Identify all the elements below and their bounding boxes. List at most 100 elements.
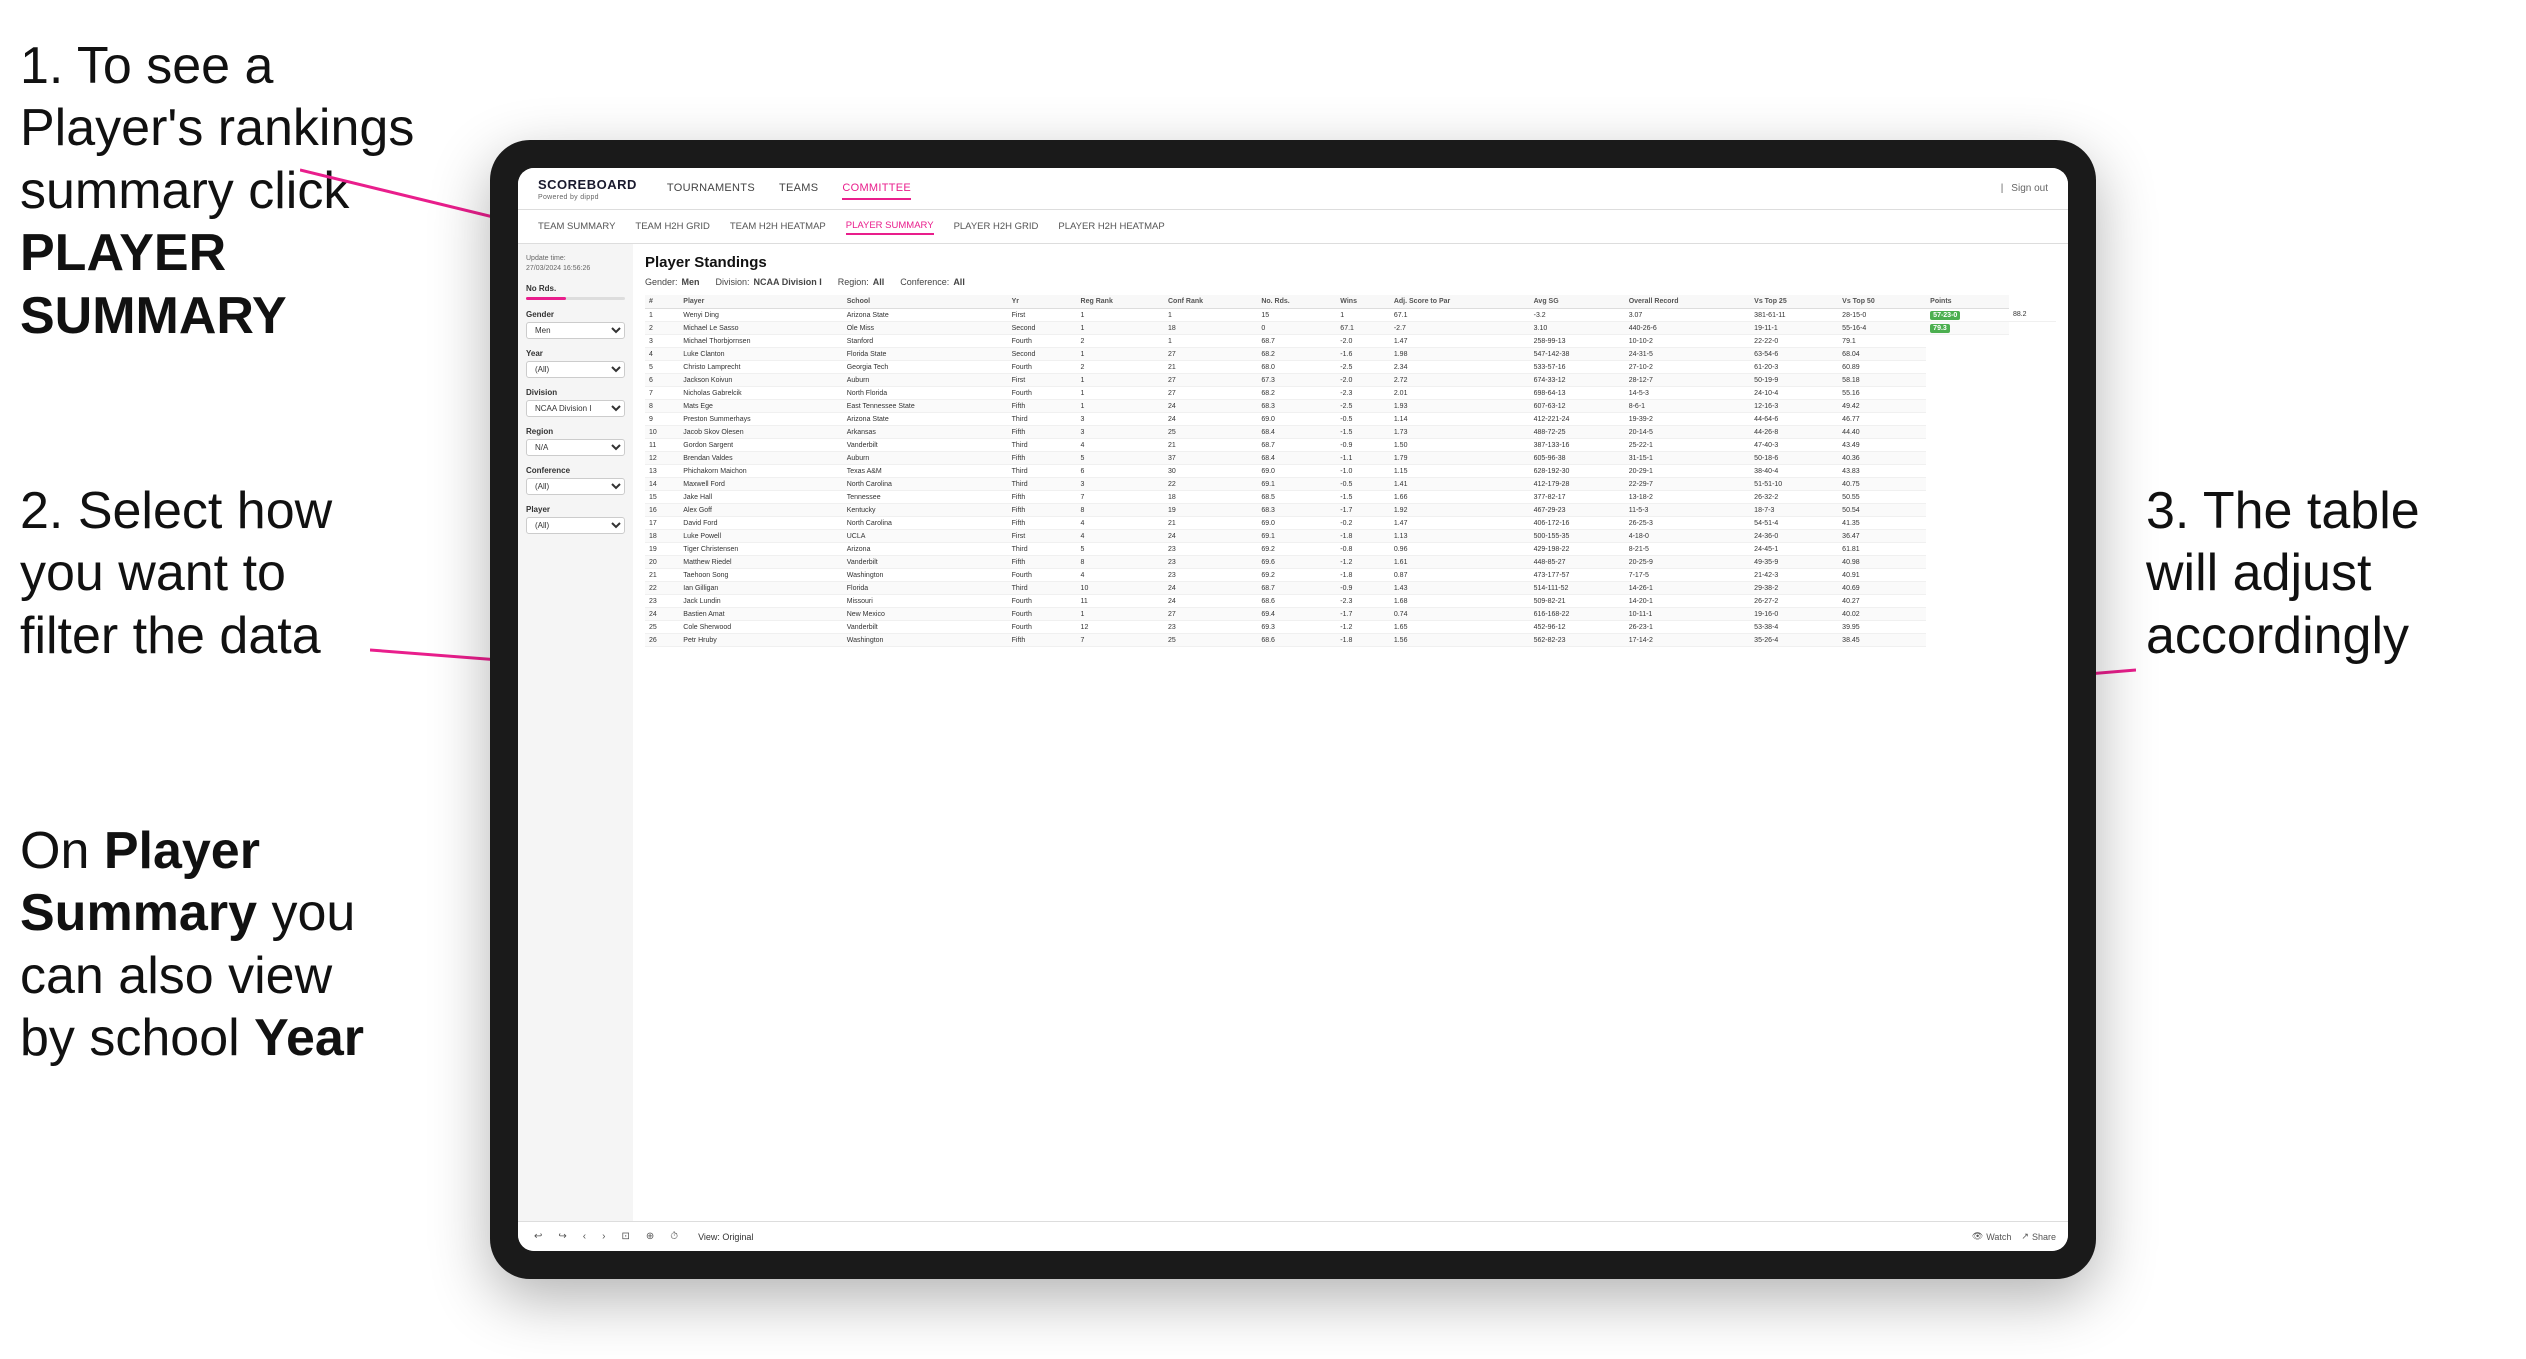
region-select[interactable]: N/A [526, 439, 625, 456]
table-cell: 1.47 [1390, 335, 1530, 348]
table-cell: Arizona [843, 543, 1008, 556]
division-select[interactable]: NCAA Division I [526, 400, 625, 417]
col-rank: # [645, 295, 679, 309]
table-cell: 533-57-16 [1530, 361, 1625, 374]
table-cell: 412-179-28 [1530, 478, 1625, 491]
col-no-rds: No. Rds. [1257, 295, 1336, 309]
table-cell: Michael Thorbjornsen [679, 335, 842, 348]
table-cell: 509-82-21 [1530, 595, 1625, 608]
table-cell: North Florida [843, 387, 1008, 400]
watch-button[interactable]: 👁 Watch [1972, 1231, 2012, 1242]
table-cell: 1 [1164, 309, 1257, 322]
table-cell: Tiger Christensen [679, 543, 842, 556]
subnav-team-summary[interactable]: TEAM SUMMARY [538, 219, 615, 234]
table-cell: North Carolina [843, 517, 1008, 530]
share-button[interactable]: ↗ Share [2021, 1231, 2056, 1242]
table-cell: -1.5 [1336, 426, 1390, 439]
table-cell: 1.56 [1390, 634, 1530, 647]
subnav-player-summary[interactable]: PLAYER SUMMARY [846, 218, 934, 235]
table-cell: 37 [1164, 452, 1257, 465]
link-button[interactable]: ⊕ [642, 1229, 658, 1244]
table-cell: 22-22-0 [1750, 335, 1838, 348]
table-cell: 68.3 [1257, 504, 1336, 517]
col-player: Player [679, 295, 842, 309]
table-cell: 14-5-3 [1625, 387, 1750, 400]
table-cell: 61-20-3 [1750, 361, 1838, 374]
subnav-player-h2h-heatmap[interactable]: PLAYER H2H HEATMAP [1058, 219, 1164, 234]
table-cell: Third [1008, 543, 1077, 556]
table-cell: 68.6 [1257, 595, 1336, 608]
col-adj-score: Adj. Score to Par [1390, 295, 1530, 309]
table-cell: 25 [1164, 634, 1257, 647]
table-cell: 628-192-30 [1530, 465, 1625, 478]
table-cell: 58.18 [1838, 374, 1926, 387]
subnav-team-h2h-grid[interactable]: TEAM H2H GRID [635, 219, 709, 234]
table-cell: 23 [1164, 543, 1257, 556]
no-rds-slider[interactable] [526, 297, 625, 300]
table-cell: -2.0 [1336, 335, 1390, 348]
nav-tab-teams[interactable]: TEAMS [779, 178, 818, 200]
table-cell: 467-29-23 [1530, 504, 1625, 517]
table-cell: Fifth [1008, 517, 1077, 530]
table-cell: 69.3 [1257, 621, 1336, 634]
table-cell: 440-26-6 [1625, 322, 1750, 335]
table-cell: 47-40-3 [1750, 439, 1838, 452]
gender-select[interactable]: Men [526, 322, 625, 339]
sign-out-link[interactable]: Sign out [2011, 183, 2048, 194]
nav-tab-tournaments[interactable]: TOURNAMENTS [667, 178, 755, 200]
table-cell: 68.2 [1257, 348, 1336, 361]
table-cell: 21 [1164, 361, 1257, 374]
table-cell: Second [1008, 322, 1077, 335]
table-cell: Nicholas Gabrelcik [679, 387, 842, 400]
table-cell: 8-21-5 [1625, 543, 1750, 556]
table-cell: 38-40-4 [1750, 465, 1838, 478]
table-cell: 24-45-1 [1750, 543, 1838, 556]
conference-select[interactable]: (All) [526, 478, 625, 495]
player-select[interactable]: (All) [526, 517, 625, 534]
subnav-team-h2h-heatmap[interactable]: TEAM H2H HEATMAP [730, 219, 826, 234]
table-cell: 1.65 [1390, 621, 1530, 634]
table-cell: Fourth [1008, 569, 1077, 582]
table-cell: -2.3 [1336, 387, 1390, 400]
table-cell: Fourth [1008, 595, 1077, 608]
nav-tab-committee[interactable]: COMMITTEE [842, 178, 911, 200]
table-cell: Florida State [843, 348, 1008, 361]
undo-button[interactable]: ↩ [530, 1229, 546, 1244]
col-conf-rank: Conf Rank [1164, 295, 1257, 309]
table-cell: Jackson Koivun [679, 374, 842, 387]
subnav-player-h2h-grid[interactable]: PLAYER H2H GRID [954, 219, 1039, 234]
table-cell: 28-12-7 [1625, 374, 1750, 387]
table-cell: -1.7 [1336, 608, 1390, 621]
table-cell: 50.54 [1838, 504, 1926, 517]
table-cell: 1.73 [1390, 426, 1530, 439]
table-cell: 0.74 [1390, 608, 1530, 621]
table-cell: Third [1008, 478, 1077, 491]
table-cell: Mats Ege [679, 400, 842, 413]
table-row: 4Luke ClantonFlorida StateSecond12768.2-… [645, 348, 2056, 361]
table-cell: 31-15-1 [1625, 452, 1750, 465]
redo-button[interactable]: ↪ [554, 1229, 570, 1244]
table-cell: Jake Hall [679, 491, 842, 504]
back-button[interactable]: ‹ [579, 1229, 590, 1244]
view-original-label[interactable]: View: Original [698, 1232, 753, 1242]
conference-label: Conference [526, 466, 625, 475]
table-cell: -1.6 [1336, 348, 1390, 361]
table-cell: 20-14-5 [1625, 426, 1750, 439]
forward-button[interactable]: › [598, 1229, 609, 1244]
table-cell: 57-23-0 [1926, 309, 2009, 322]
table-cell: Vanderbilt [843, 621, 1008, 634]
table-cell: 6 [1077, 465, 1164, 478]
table-cell: Auburn [843, 452, 1008, 465]
crop-button[interactable]: ⊡ [617, 1229, 633, 1244]
clock-button[interactable]: ⏱ [666, 1229, 682, 1244]
table-title: Player Standings [645, 254, 2056, 271]
table-cell: -2.5 [1336, 400, 1390, 413]
table-cell: Wenyi Ding [679, 309, 842, 322]
table-cell: 24 [1164, 582, 1257, 595]
table-cell: 19-11-1 [1750, 322, 1838, 335]
table-cell: 24-31-5 [1625, 348, 1750, 361]
table-cell: First [1008, 530, 1077, 543]
table-cell: Michael Le Sasso [679, 322, 842, 335]
table-cell: 43.83 [1838, 465, 1926, 478]
year-select[interactable]: (All) [526, 361, 625, 378]
